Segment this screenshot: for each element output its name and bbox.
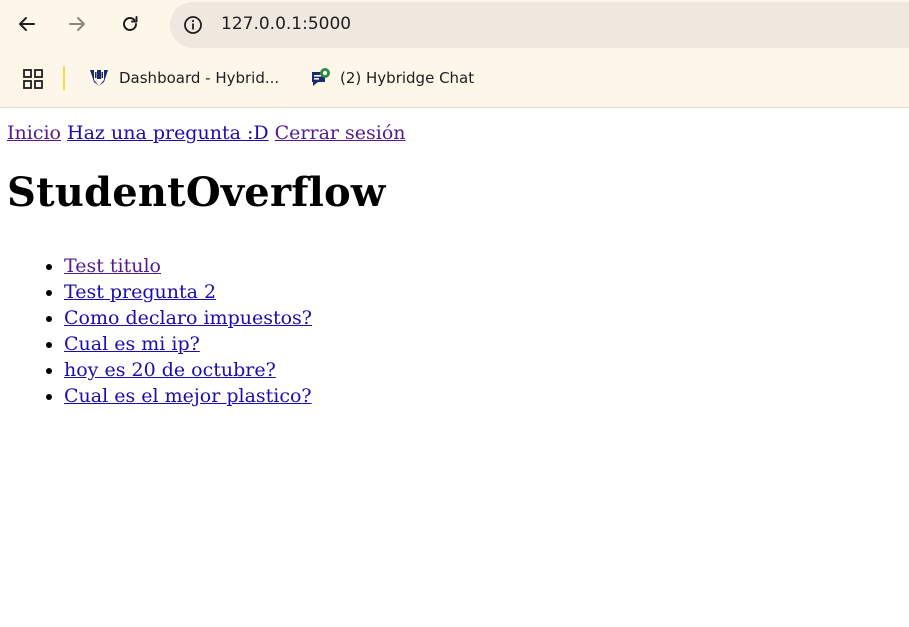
top-nav: Inicio Haz una pregunta :D Cerrar sesión bbox=[7, 121, 909, 145]
forward-button[interactable] bbox=[62, 9, 92, 39]
question-link[interactable]: Cual es mi ip? bbox=[64, 333, 200, 355]
list-item: hoy es 20 de octubre? bbox=[64, 357, 909, 383]
question-link[interactable]: Como declaro impuestos? bbox=[64, 307, 312, 329]
url-text[interactable]: 127.0.0.1:5000 bbox=[221, 14, 351, 34]
arrow-right-icon bbox=[69, 17, 85, 31]
question-link[interactable]: Test pregunta 2 bbox=[64, 281, 216, 303]
page-title: StudentOverflow bbox=[7, 169, 386, 216]
nav-link-inicio[interactable]: Inicio bbox=[7, 122, 61, 144]
list-item: Como declaro impuestos? bbox=[64, 305, 909, 331]
back-button[interactable] bbox=[12, 9, 42, 39]
nav-link-ask-question[interactable]: Haz una pregunta :D bbox=[67, 122, 269, 144]
list-item: Test pregunta 2 bbox=[64, 279, 909, 305]
page-content: Inicio Haz una pregunta :D Cerrar sesión… bbox=[0, 121, 909, 409]
apps-button[interactable] bbox=[22, 68, 44, 90]
site-info-button[interactable] bbox=[181, 13, 205, 37]
browser-toolbar: 127.0.0.1:5000 bbox=[0, 0, 909, 50]
question-link[interactable]: Cual es el mejor plastico? bbox=[64, 385, 312, 407]
bookmark-chat[interactable]: (2) Hybridge Chat bbox=[309, 66, 474, 90]
hybridge-logo-icon bbox=[88, 67, 110, 89]
question-link[interactable]: Test titulo bbox=[64, 255, 161, 277]
reload-icon bbox=[123, 16, 138, 31]
reload-button[interactable] bbox=[115, 9, 145, 39]
arrow-left-icon bbox=[19, 17, 35, 31]
chat-bubble-icon bbox=[309, 67, 331, 89]
bookmark-dashboard[interactable]: Dashboard - Hybrid... bbox=[88, 66, 279, 90]
bookmarks-divider bbox=[63, 66, 65, 90]
bookmark-label: (2) Hybridge Chat bbox=[340, 69, 475, 87]
list-item: Cual es el mejor plastico? bbox=[64, 383, 909, 409]
questions-list: Test titulo Test pregunta 2 Como declaro… bbox=[7, 253, 909, 409]
list-item: Test titulo bbox=[64, 253, 909, 279]
nav-link-logout[interactable]: Cerrar sesión bbox=[275, 122, 406, 144]
bookmarks-bar: Dashboard - Hybrid... (2) Hybridge Chat bbox=[0, 50, 909, 107]
address-bar[interactable]: 127.0.0.1:5000 bbox=[170, 2, 909, 48]
apps-grid-icon bbox=[23, 69, 43, 89]
browser-chrome: 127.0.0.1:5000 Dashboard - Hybrid... (2)… bbox=[0, 0, 909, 108]
bookmark-label: Dashboard - Hybrid... bbox=[119, 69, 280, 87]
question-link[interactable]: hoy es 20 de octubre? bbox=[64, 359, 276, 381]
info-icon bbox=[184, 16, 202, 34]
list-item: Cual es mi ip? bbox=[64, 331, 909, 357]
